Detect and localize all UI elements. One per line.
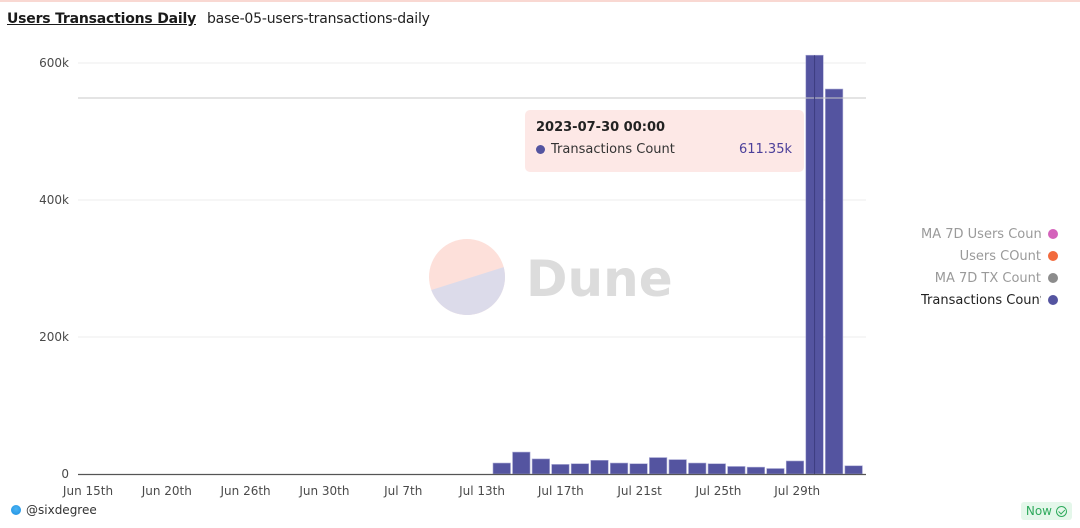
x-tick-label: Jul 21st bbox=[616, 484, 662, 498]
legend-label: Users COunt bbox=[959, 248, 1041, 264]
bar[interactable] bbox=[766, 468, 785, 475]
legend-label: MA 7D TX Count bbox=[934, 270, 1041, 286]
bar[interactable] bbox=[492, 462, 511, 475]
dune-watermark: Dune bbox=[429, 239, 673, 316]
x-tick-label: Jun 26th bbox=[220, 484, 271, 498]
bar[interactable] bbox=[785, 460, 805, 475]
y-tick-label: 0 bbox=[61, 467, 69, 481]
y-tick-label: 200k bbox=[39, 330, 69, 344]
x-tick-label: Jul 17th bbox=[537, 484, 584, 498]
check-circle-icon bbox=[1056, 505, 1067, 517]
bar[interactable] bbox=[746, 466, 765, 475]
bar[interactable] bbox=[727, 466, 746, 475]
series-dot-icon bbox=[536, 145, 545, 154]
user-avatar-icon bbox=[11, 505, 21, 515]
bar[interactable] bbox=[825, 88, 844, 475]
x-tick-label: Jun 30th bbox=[298, 484, 349, 498]
y-tick-label: 400k bbox=[39, 193, 69, 207]
legend-item[interactable]: Users COunt bbox=[960, 247, 1058, 265]
freshness-badge: Now bbox=[1020, 502, 1072, 520]
bar[interactable] bbox=[551, 464, 570, 475]
bar[interactable] bbox=[629, 463, 648, 475]
x-axis-ticks: Jun 15th Jun 20th Jun 26th Jun 30th Jul 7th J… bbox=[62, 484, 820, 498]
x-tick-label: Jul 7th bbox=[383, 484, 422, 498]
bar[interactable] bbox=[609, 462, 629, 475]
y-tick-label: 600k bbox=[39, 56, 69, 70]
legend-item[interactable]: MA 7D TX Count bbox=[935, 269, 1058, 287]
watermark-text: Dune bbox=[526, 250, 673, 308]
tooltip-series: Transactions Count bbox=[551, 142, 675, 157]
author[interactable]: @sixdegree bbox=[11, 503, 97, 517]
x-tick-label: Jul 25th bbox=[694, 484, 741, 498]
legend-dot-icon bbox=[1048, 295, 1058, 305]
bar-chart: Dune 0 200k 400k 600k Jun 15th Jun 20th Jun 2… bbox=[39, 54, 866, 498]
bar[interactable] bbox=[668, 459, 687, 475]
bar[interactable] bbox=[512, 451, 531, 475]
x-tick-label: Jul 13th bbox=[458, 484, 505, 498]
chart-legend: MA 7D Users Count Users COunt MA 7D TX Cou… bbox=[921, 225, 1058, 309]
bar[interactable] bbox=[531, 458, 550, 475]
legend-label: Transactions Count bbox=[921, 292, 1041, 308]
bar[interactable] bbox=[844, 465, 863, 475]
bar[interactable] bbox=[570, 463, 590, 475]
x-tick-label: Jun 20th bbox=[141, 484, 192, 498]
tooltip-value: 611.35k bbox=[738, 142, 792, 157]
legend-dot-icon bbox=[1048, 273, 1058, 283]
legend-label: MA 7D Users Count bbox=[921, 226, 1041, 242]
bar[interactable] bbox=[688, 462, 707, 475]
hover-tooltip: 2023-07-30 00:00 Transactions Count 611.… bbox=[525, 110, 804, 172]
legend-dot-icon bbox=[1048, 229, 1058, 239]
legend-item[interactable]: MA 7D Users Count bbox=[921, 225, 1058, 243]
bar[interactable] bbox=[707, 463, 726, 475]
bar[interactable] bbox=[590, 459, 609, 475]
dune-logo-icon bbox=[429, 239, 505, 316]
author-name[interactable]: @sixdegree bbox=[26, 503, 97, 517]
legend-dot-icon bbox=[1048, 251, 1058, 261]
x-tick-label: Jul 29th bbox=[773, 484, 820, 498]
x-tick-label: Jun 15th bbox=[62, 484, 113, 498]
legend-item[interactable]: Transactions Count bbox=[921, 291, 1058, 309]
bar[interactable] bbox=[649, 457, 668, 475]
tooltip-date: 2023-07-30 00:00 bbox=[536, 120, 666, 135]
freshness-label: Now bbox=[1025, 504, 1052, 518]
y-axis-ticks: 0 200k 400k 600k bbox=[39, 56, 69, 481]
